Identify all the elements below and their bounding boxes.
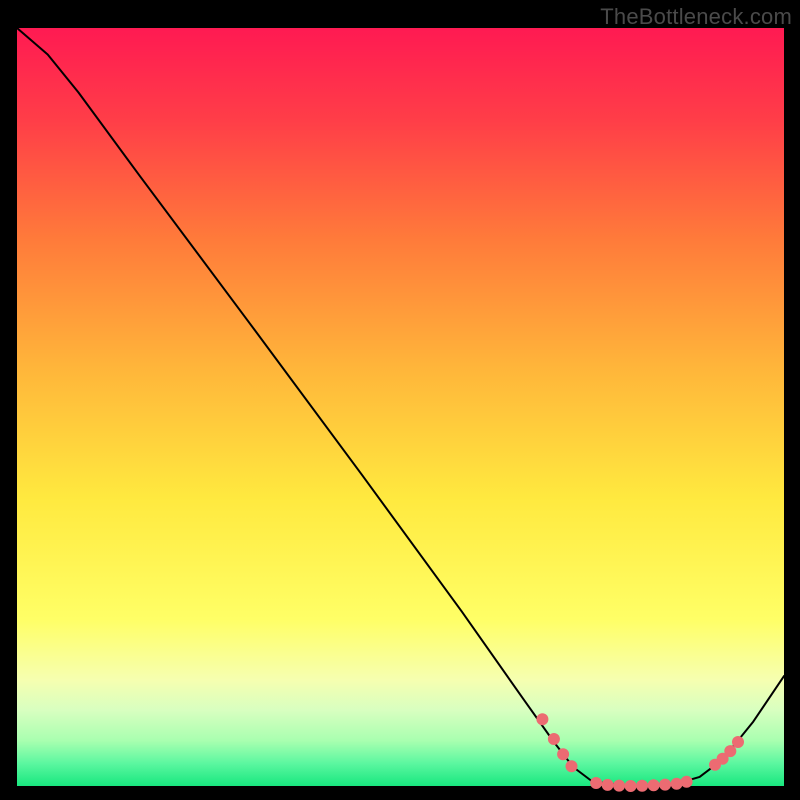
data-marker — [613, 780, 625, 792]
data-marker — [590, 777, 602, 789]
chart-frame: TheBottleneck.com — [0, 0, 800, 800]
data-marker — [536, 713, 548, 725]
data-marker — [566, 760, 578, 772]
data-marker — [557, 748, 569, 760]
bottleneck-chart — [0, 0, 800, 800]
data-marker — [732, 736, 744, 748]
data-marker — [625, 780, 637, 792]
data-marker — [636, 780, 648, 792]
data-marker — [648, 779, 660, 791]
gradient-background — [17, 28, 784, 786]
data-marker — [659, 779, 671, 791]
data-marker — [671, 778, 683, 790]
data-marker — [681, 776, 693, 788]
data-marker — [602, 779, 614, 791]
data-marker — [724, 745, 736, 757]
watermark-text: TheBottleneck.com — [600, 4, 792, 30]
data-marker — [548, 733, 560, 745]
